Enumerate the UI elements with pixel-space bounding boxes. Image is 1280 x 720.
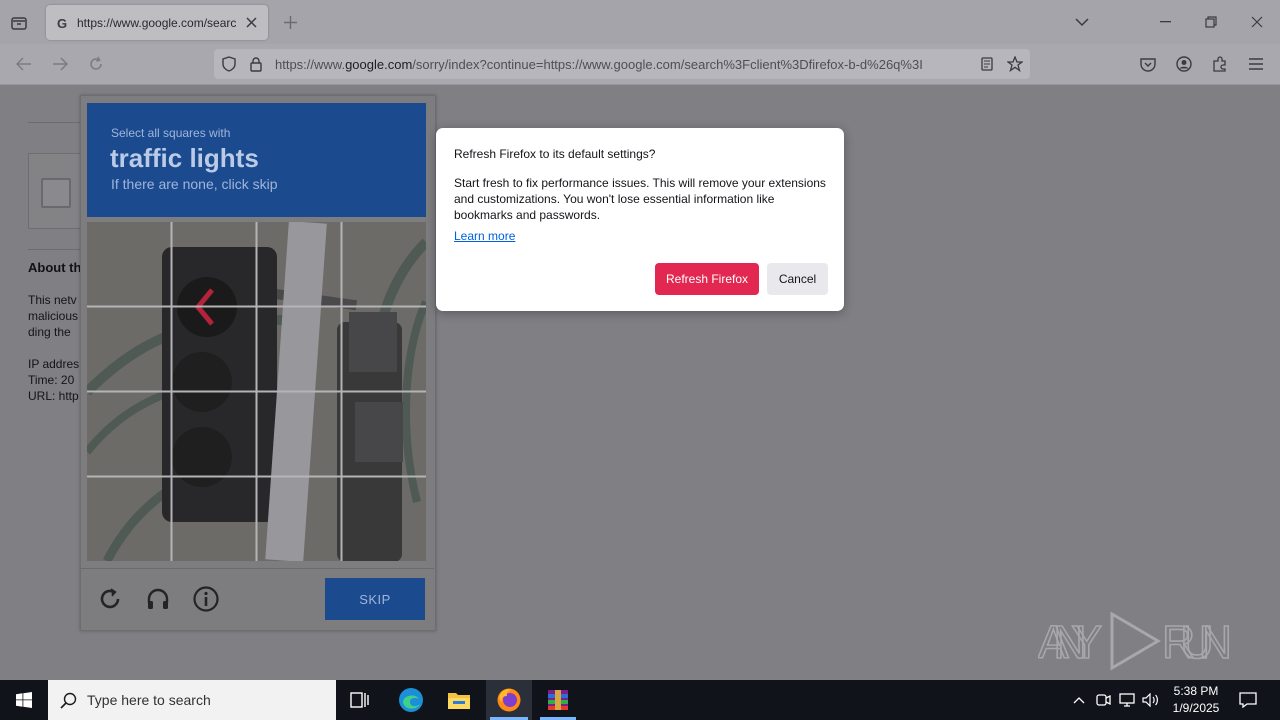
account-icon[interactable] [1174, 54, 1194, 74]
network-icon[interactable] [1117, 680, 1137, 720]
captcha-image-grid [87, 222, 426, 561]
divider [28, 122, 88, 123]
close-tab-icon[interactable] [242, 13, 260, 31]
restore-icon[interactable] [1201, 12, 1221, 32]
cancel-button[interactable]: Cancel [767, 263, 828, 295]
show-hidden-icons-chevron-icon[interactable] [1069, 680, 1089, 720]
reload-icon[interactable] [85, 54, 107, 74]
skip-button[interactable]: SKIP [325, 578, 425, 620]
grid-tile[interactable] [87, 307, 170, 390]
grid-tile[interactable] [87, 392, 170, 475]
forward-arrow-icon[interactable] [49, 54, 71, 74]
bookmark-star-icon[interactable] [1006, 55, 1024, 73]
volume-speaker-icon[interactable] [1141, 680, 1161, 720]
audio-challenge-headphones-icon[interactable] [144, 585, 172, 613]
taskbar-search-box[interactable]: Type here to search [48, 680, 336, 720]
refresh-firefox-button[interactable]: Refresh Firefox [655, 263, 759, 295]
file-explorer-icon[interactable] [439, 680, 479, 720]
grid-tile[interactable] [342, 307, 425, 390]
grid-tile[interactable] [87, 477, 170, 560]
google-favicon-icon: G [55, 15, 71, 31]
grid-tile[interactable] [257, 222, 340, 305]
text-line: This netv [28, 293, 77, 307]
im-not-a-robot-checkbox[interactable] [41, 178, 71, 208]
text-line: URL: http [28, 389, 79, 403]
text-line: Time: 20 [28, 373, 75, 387]
instruction-small: Select all squares with [111, 126, 231, 140]
padlock-icon[interactable] [247, 55, 265, 73]
text-line: IP addres [28, 357, 80, 371]
grid-tile[interactable] [342, 222, 425, 305]
refresh-firefox-dialog: Refresh Firefox to its default settings?… [436, 128, 844, 311]
meet-now-icon[interactable] [1093, 680, 1113, 720]
grid-tile[interactable] [172, 477, 255, 560]
minimize-icon[interactable] [1155, 12, 1175, 32]
reload-challenge-icon[interactable] [96, 585, 124, 613]
grid-tile[interactable] [342, 392, 425, 475]
captcha-instructions: Select all squares with traffic lights I… [87, 103, 426, 217]
firefox-icon [496, 687, 522, 713]
tracking-protection-shield-icon[interactable] [220, 55, 238, 73]
url-text: https://www.google.com/sorry/index?conti… [275, 57, 968, 72]
grid-tile[interactable] [172, 392, 255, 475]
instruction-target: traffic lights [110, 143, 259, 173]
anyrun-watermark-logo: ANY RUN [1037, 608, 1238, 674]
system-clock[interactable]: 5:38 PM 1/9/2025 [1164, 683, 1228, 717]
winrar-icon[interactable] [538, 680, 578, 720]
search-placeholder: Type here to search [87, 692, 211, 708]
back-arrow-icon[interactable] [13, 54, 35, 74]
close-window-icon[interactable] [1247, 12, 1267, 32]
tab-overview-icon[interactable] [8, 12, 30, 34]
extensions-puzzle-icon[interactable] [1210, 54, 1230, 74]
instruction-sub: If there are none, click skip [111, 176, 278, 192]
task-view-icon[interactable] [341, 680, 379, 720]
clock-time: 5:38 PM [1173, 684, 1219, 698]
tab-google-search[interactable]: G https://www.google.com/searc [46, 5, 268, 40]
notification-center-icon[interactable] [1236, 680, 1260, 720]
grid-tile[interactable] [342, 477, 425, 560]
svg-text:G: G [57, 16, 67, 30]
reader-view-icon[interactable] [978, 55, 996, 73]
windows-start-icon[interactable] [0, 680, 48, 720]
url-prefix: https://www. [275, 57, 346, 72]
text-line: ding the [28, 325, 71, 339]
divider [28, 249, 88, 250]
search-icon [58, 690, 78, 710]
learn-more-link[interactable]: Learn more [454, 229, 515, 243]
grid-tile[interactable] [257, 477, 340, 560]
grid-tile[interactable] [257, 307, 340, 390]
help-info-icon[interactable] [192, 585, 220, 613]
svg-text:ANY: ANY [1038, 616, 1102, 668]
grid-tile[interactable] [172, 307, 255, 390]
list-all-tabs-chevron-icon[interactable] [1072, 12, 1092, 32]
pocket-icon[interactable] [1138, 54, 1158, 74]
page-explanation-text: This netv malicious ding the IP addres T… [28, 292, 79, 404]
grid-tile[interactable] [172, 222, 255, 305]
address-bar[interactable]: https://www.google.com/sorry/index?conti… [214, 49, 1030, 79]
grid-tile[interactable] [87, 222, 170, 305]
firefox-taskbar-button[interactable] [486, 680, 532, 720]
edge-browser-icon[interactable] [391, 680, 431, 720]
clock-date: 1/9/2025 [1172, 701, 1220, 715]
hamburger-menu-icon[interactable] [1246, 54, 1266, 74]
tab-title: https://www.google.com/searc [77, 16, 237, 30]
text-line: malicious [28, 309, 79, 323]
svg-text:RUN: RUN [1162, 616, 1232, 668]
about-heading: About th [28, 260, 82, 275]
dialog-title: Refresh Firefox to its default settings? [454, 147, 656, 161]
new-tab-icon[interactable] [280, 12, 300, 32]
dialog-body: Start fresh to fix performance issues. T… [454, 176, 826, 222]
grid-tile[interactable] [257, 392, 340, 475]
url-domain: google.com [345, 57, 413, 72]
url-path: /sorry/index?continue=https://www.google… [412, 57, 923, 72]
